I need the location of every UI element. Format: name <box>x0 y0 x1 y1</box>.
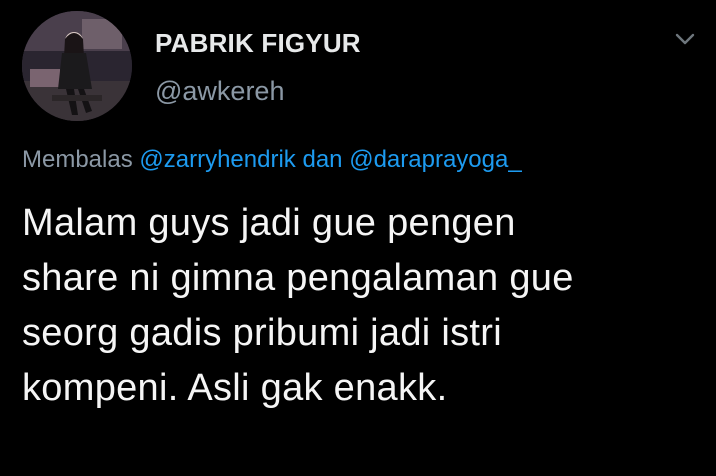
tweet-text-line: kompeni. Asli gak enakk. <box>22 367 448 409</box>
tweet-text-line: Malam guys jadi gue pengen <box>22 202 516 244</box>
replying-to-label: Membalas <box>22 146 133 173</box>
avatar-photo <box>22 11 132 121</box>
chevron-down-icon <box>675 33 695 45</box>
tweet: PABRIK FIGYUR @awkereh Membalas @zarryhe… <box>0 0 716 476</box>
tweet-text-line: seorg gadis pribumi jadi istri <box>22 312 502 354</box>
user-handle[interactable]: @awkereh <box>155 76 284 107</box>
display-name[interactable]: PABRIK FIGYUR <box>155 28 361 59</box>
tweet-text: Malam guys jadi gue pengen share ni gimn… <box>22 196 702 416</box>
tweet-text-line: share ni gimna pengalaman gue <box>22 257 574 299</box>
avatar[interactable] <box>22 11 132 121</box>
mention-link[interactable]: @daraprayoga_ <box>349 146 521 173</box>
replying-to: Membalas @zarryhendrik dan @daraprayoga_ <box>22 146 522 174</box>
mention-connector: dan <box>302 146 343 173</box>
mention-link[interactable]: @zarryhendrik <box>139 146 295 173</box>
more-options-button[interactable] <box>670 28 700 52</box>
